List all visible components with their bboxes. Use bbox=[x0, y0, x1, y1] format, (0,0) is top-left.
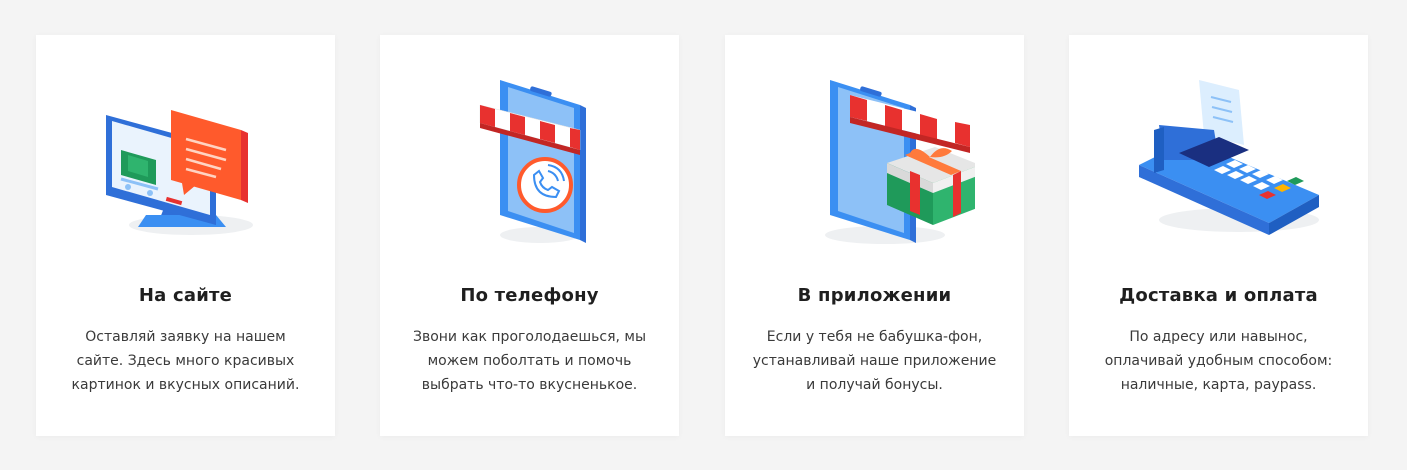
payment-terminal-icon bbox=[1119, 75, 1319, 245]
description-line: По адресу или навынос, bbox=[1129, 329, 1308, 345]
card-phone[interactable]: По телефону Звони как проголодаешься, мы… bbox=[380, 35, 679, 436]
card-description: Если у тебя не бабушка-фон, устанавливай… bbox=[745, 325, 1004, 397]
card-title: Доставка и оплата bbox=[1119, 285, 1318, 306]
description-line: можем поболтать и помочь bbox=[427, 353, 632, 369]
card-delivery-payment[interactable]: Доставка и оплата По адресу или навынос,… bbox=[1069, 35, 1368, 436]
description-line: Звони как проголодаешься, мы bbox=[412, 329, 647, 345]
card-description: По адресу или навынос, оплачивай удобным… bbox=[1089, 325, 1348, 397]
description-line: Если у тебя не бабушка-фон, bbox=[766, 329, 983, 345]
card-title: По телефону bbox=[460, 285, 599, 306]
description-line: сайте. Здесь много красивых bbox=[76, 353, 295, 369]
app-gift-icon bbox=[775, 75, 975, 245]
card-description: Оставляй заявку на нашем сайте. Здесь мн… bbox=[56, 325, 315, 397]
description-line: устанавливай наше приложение bbox=[752, 353, 997, 369]
card-app[interactable]: В приложении Если у тебя не бабушка-фон,… bbox=[725, 35, 1024, 436]
computer-order-icon bbox=[86, 75, 286, 245]
phone-call-icon bbox=[430, 75, 630, 245]
description-line: оплачивай удобным способом: bbox=[1104, 353, 1333, 369]
description-line: Оставляй заявку на нашем bbox=[85, 329, 286, 345]
description-line: наличные, карта, paypass. bbox=[1120, 377, 1317, 393]
card-description: Звони как проголодаешься, мы можем побол… bbox=[400, 325, 659, 397]
description-line: картинок и вкусных описаний. bbox=[71, 377, 300, 393]
description-line: и получай бонусы. bbox=[806, 377, 943, 393]
card-website[interactable]: На сайте Оставляй заявку на нашем сайте.… bbox=[36, 35, 335, 436]
card-title: На сайте bbox=[138, 285, 233, 306]
ordering-methods-section: На сайте Оставляй заявку на нашем сайте.… bbox=[0, 0, 1407, 470]
card-title: В приложении bbox=[797, 285, 952, 306]
description-line: выбрать что-то вкусненькое. bbox=[421, 377, 638, 393]
